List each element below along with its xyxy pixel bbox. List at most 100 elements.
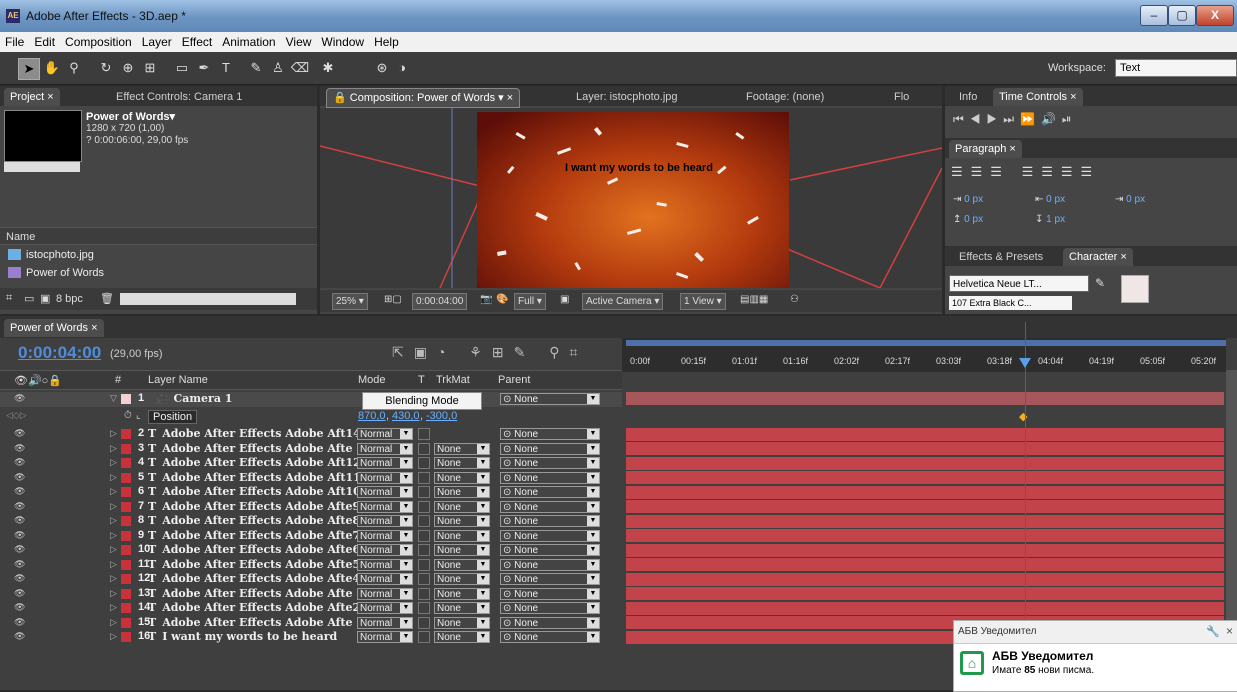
axis-mode-icon[interactable]: ⊛ [372, 58, 392, 78]
visibility-eye-icon[interactable]: 👁 [14, 457, 25, 468]
camera-layer-bar[interactable] [626, 392, 1224, 405]
twirl-right-icon[interactable]: ▷ [110, 486, 117, 497]
trkmat-select[interactable]: None ▼ [434, 544, 490, 556]
time-ruler[interactable] [622, 338, 1226, 372]
preserve-transparency-checkbox[interactable] [418, 457, 430, 469]
mode-select[interactable]: Normal ▼ [357, 471, 413, 484]
space-after-field[interactable]: ↧ 1 px [1035, 214, 1065, 225]
layer-name[interactable]: T Adobe After Effects Adobe Afte7 [148, 529, 360, 542]
pan-behind-tool-icon[interactable]: ⊞ [140, 58, 160, 78]
preserve-transparency-checkbox[interactable] [418, 631, 430, 643]
layer-name[interactable]: T Adobe After Effects Adobe Afte4 [148, 572, 360, 585]
menu-animation[interactable]: Animation [217, 32, 280, 49]
twirl-down-icon[interactable]: ▽ [110, 393, 117, 404]
label-color[interactable] [121, 472, 131, 483]
parent-select[interactable]: ⊙ None ▼ [500, 515, 600, 527]
position-x-value[interactable]: 870,0 [358, 410, 386, 422]
layer-row[interactable]: 👁 ▷ 11 T Adobe After Effects Adobe Afte5 Norm… [0, 558, 622, 573]
position-z-value[interactable]: -300,0 [426, 410, 457, 422]
layer-name[interactable]: T Adobe After Effects Adobe Afte6 [148, 543, 360, 556]
twirl-right-icon[interactable]: ▷ [110, 602, 117, 613]
keyframe-icon[interactable]: ◆ [1019, 410, 1027, 423]
orbit-camera-tool-icon[interactable]: ⊕ [118, 58, 138, 78]
indent-left-field[interactable]: ⇥ 0 px [953, 194, 983, 205]
trkmat-select[interactable]: None ▼ [434, 515, 490, 527]
visibility-eye-icon[interactable]: 👁 [14, 602, 25, 613]
twirl-right-icon[interactable]: ▷ [110, 428, 117, 439]
layer-duration-bar[interactable] [626, 558, 1224, 571]
close-button[interactable]: X [1196, 5, 1234, 26]
layer-name[interactable]: T Adobe After Effects Adobe Afte8 [148, 514, 360, 527]
twirl-right-icon[interactable]: ▷ [110, 617, 117, 628]
preserve-transparency-checkbox[interactable] [418, 442, 430, 455]
layer-name[interactable]: T Adobe After Effects Adobe Afte [148, 616, 353, 629]
layer-name[interactable]: T Adobe After Effects Adobe Afte [148, 587, 353, 600]
show-channel-icon[interactable]: 🎨 [496, 294, 508, 305]
preserve-transparency-checkbox[interactable] [418, 486, 430, 498]
parent-select[interactable]: ⊙ None ▼ [500, 393, 600, 405]
trkmat-select[interactable]: None ▼ [434, 558, 490, 571]
font-style-select[interactable]: 107 Extra Black C... [949, 296, 1072, 310]
tab-composition[interactable]: 🔒 Composition: Power of Words ▾ × [326, 88, 521, 108]
trash-icon[interactable]: 🗑 [100, 292, 114, 305]
magnification-select[interactable]: 25% ▾ [332, 293, 368, 310]
visibility-eye-icon[interactable]: 👁 [14, 617, 25, 628]
preserve-transparency-checkbox[interactable] [418, 573, 430, 585]
visibility-eye-icon[interactable]: 👁 [14, 530, 25, 541]
tab-effects-presets[interactable]: Effects & Presets [953, 248, 1049, 266]
layer-name[interactable]: T Adobe After Effects Adobe Afte [148, 442, 353, 455]
menu-effect[interactable]: Effect [177, 32, 217, 49]
layer-row[interactable]: 👁 ▷ 3 T Adobe After Effects Adobe Afte Normal… [0, 442, 622, 457]
visibility-eye-icon[interactable]: 👁 [14, 631, 25, 642]
new-composition-icon[interactable]: ▣ [40, 292, 50, 305]
label-color[interactable] [121, 516, 131, 526]
tab-effect-controls[interactable]: Effect Controls: Camera 1 [110, 88, 248, 106]
menu-view[interactable]: View [281, 32, 317, 49]
parent-select[interactable]: ⊙ None ▼ [500, 428, 600, 440]
mode-select[interactable]: Normal ▼ [357, 457, 413, 469]
menu-layer[interactable]: Layer [137, 32, 177, 49]
rectangle-tool-icon[interactable]: ▭ [172, 58, 192, 78]
layer-duration-bar[interactable] [626, 456, 1224, 470]
parent-select[interactable]: ⊙ None ▼ [500, 442, 600, 455]
label-color[interactable] [121, 487, 131, 497]
snapping-icon[interactable]: ◑ [392, 58, 412, 78]
mode-select[interactable]: Normal ▼ [357, 515, 413, 527]
project-item-istocphoto[interactable]: istocphoto.jpg [0, 246, 300, 264]
toggle-pixel-aspect-icon[interactable]: ▤▥▦ [740, 294, 768, 305]
parent-select[interactable]: ⊙ None ▼ [500, 457, 600, 469]
visibility-eye-icon[interactable]: 👁 [14, 443, 25, 454]
mode-select[interactable]: Normal ▼ [357, 616, 413, 629]
parent-select[interactable]: ⊙ None ▼ [500, 486, 600, 498]
twirl-right-icon[interactable]: ▷ [110, 631, 117, 642]
indent-first-line-field[interactable]: ⇥ 0 px [1115, 194, 1145, 205]
layer-duration-bar[interactable] [626, 500, 1224, 513]
tab-paragraph[interactable]: Paragraph × [949, 140, 1022, 158]
tab-time-controls[interactable]: Time Controls × [993, 88, 1083, 106]
twirl-right-icon[interactable]: ▷ [110, 588, 117, 599]
trkmat-select[interactable]: None ▼ [434, 587, 490, 600]
visibility-eye-icon[interactable]: 👁 [14, 559, 25, 570]
mode-select[interactable]: Normal ▼ [357, 544, 413, 556]
font-family-select[interactable]: Helvetica Neue LT... [949, 275, 1089, 292]
camera-view-select[interactable]: Active Camera ▾ [582, 293, 664, 310]
minimize-button[interactable]: – [1140, 5, 1168, 26]
tab-flowchart[interactable]: Flo [888, 88, 915, 106]
mode-select[interactable]: Normal ▼ [357, 486, 413, 498]
visibility-eye-icon[interactable]: 👁 [14, 544, 25, 555]
label-color[interactable] [121, 588, 131, 599]
snapshot-icon[interactable]: 📷 [480, 294, 492, 305]
settings-wrench-icon[interactable]: 🔧 [1206, 625, 1220, 638]
preserve-transparency-checkbox[interactable] [418, 544, 430, 556]
trkmat-select[interactable]: None ▼ [434, 616, 490, 629]
hand-tool-icon[interactable]: ✋ [42, 58, 62, 78]
mode-select[interactable]: Normal ▼ [357, 602, 413, 614]
header-trkmat[interactable]: TrkMat [436, 374, 470, 386]
label-color[interactable] [121, 559, 131, 570]
layer-row[interactable]: 👁 ▷ 16 T I want my words to be heard Normal ▼ N… [0, 630, 622, 645]
project-comp-name[interactable]: Power of Words▾ [86, 110, 175, 123]
trkmat-select[interactable]: None ▼ [434, 573, 490, 585]
grid-guide-icon[interactable]: ⊞▢ [384, 294, 402, 305]
layer-row[interactable]: 👁 ▷ 4 T Adobe After Effects Adobe Aft12 Norma… [0, 456, 622, 471]
label-color[interactable] [121, 443, 131, 454]
